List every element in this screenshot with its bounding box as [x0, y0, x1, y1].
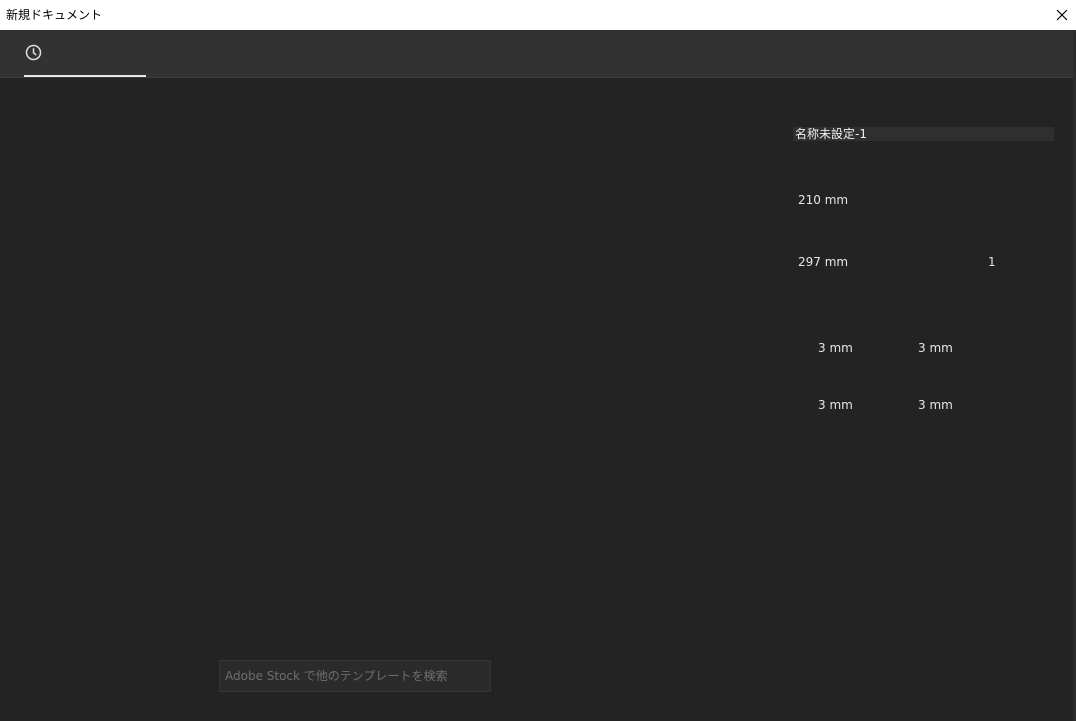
title-bar: 新規ドキュメント — [0, 0, 1076, 30]
document-name-field[interactable] — [793, 127, 1054, 141]
height-field[interactable]: 297 mm — [798, 255, 848, 269]
clock-icon — [25, 44, 42, 61]
bleed-outside-field[interactable]: 3 mm — [918, 398, 953, 412]
tab-active-indicator — [24, 75, 146, 77]
adobe-stock-search-input[interactable] — [219, 660, 491, 692]
tab-bar — [0, 30, 1076, 78]
close-button[interactable] — [1048, 0, 1076, 30]
window-title: 新規ドキュメント — [6, 8, 103, 22]
pages-field[interactable]: 1 — [988, 255, 996, 269]
width-field[interactable]: 210 mm — [798, 193, 848, 207]
tab-recent[interactable] — [24, 30, 146, 77]
preset-details-panel: 210 mm 297 mm 1 3 mm 3 mm 3 mm 3 mm — [793, 78, 1063, 478]
bleed-bottom-field[interactable]: 3 mm — [818, 398, 853, 412]
close-icon — [1056, 9, 1068, 21]
bleed-top-field[interactable]: 3 mm — [818, 341, 853, 355]
bleed-inside-field[interactable]: 3 mm — [918, 341, 953, 355]
new-document-dialog: 新規ドキュメント 210 mm 297 mm 1 3 mm 3 mm 3 mm … — [0, 0, 1076, 721]
